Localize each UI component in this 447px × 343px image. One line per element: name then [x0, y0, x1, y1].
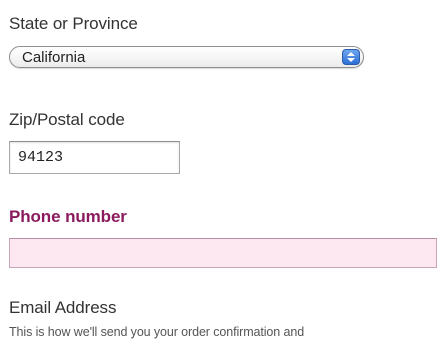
zip-label: Zip/Postal code [9, 110, 125, 129]
state-label: State or Province [9, 14, 138, 33]
up-down-arrows-icon [342, 49, 360, 65]
address-form: State or Province California Zip/Postal … [9, 0, 447, 343]
email-helper-text: This is how we'll send you your order co… [9, 325, 305, 339]
zip-input[interactable] [9, 141, 180, 174]
state-select[interactable]: California [9, 46, 364, 68]
phone-input[interactable] [9, 238, 437, 268]
state-select-value: California [22, 49, 86, 66]
email-label: Email Address [9, 298, 117, 317]
phone-label: Phone number [9, 207, 127, 226]
